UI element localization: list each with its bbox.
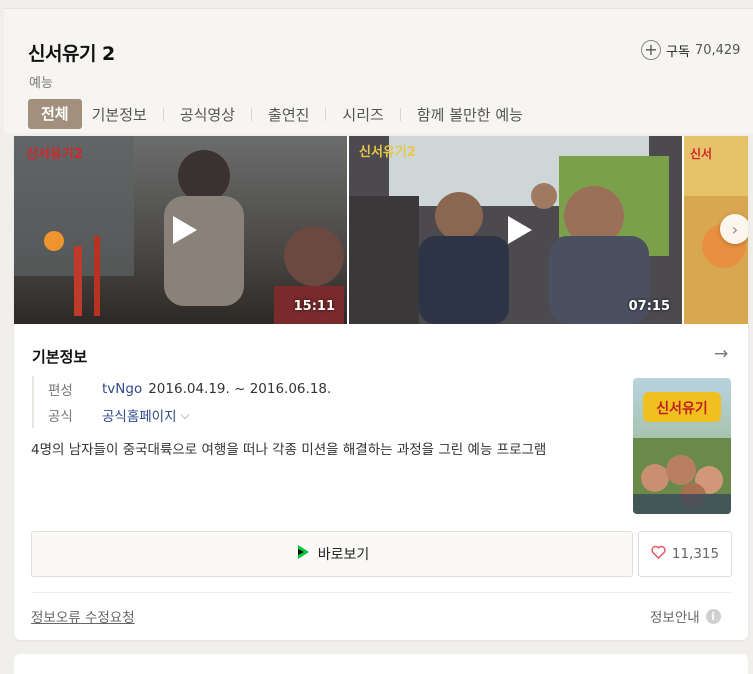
report-error-link[interactable]: 정보오류 수정요청 [31,606,135,626]
info-guide-label: 정보안내 [650,610,700,626]
channel-link[interactable]: tvNgo [102,381,142,397]
svg-text:신서유기2: 신서유기2 [359,145,416,160]
tab-official-video[interactable]: 공식영상 [170,104,245,125]
tab-bar: 전체 기본정보 공식영상 출연진 시리즈 함께 볼만한 예능 [28,99,533,129]
video-duration: 15:11 [293,299,335,314]
official-homepage-link[interactable]: 공식홈페이지 [102,405,177,425]
chevron-right-icon: › [731,219,739,239]
tab-cast[interactable]: 출연진 [258,104,319,125]
broadcast-period: 2016.04.19. ~ 2016.06.18. [148,381,332,397]
plus-icon: + [641,40,661,60]
info-icon: i [705,608,721,624]
program-poster[interactable]: 신서유기 [633,378,731,514]
chevron-down-icon[interactable]: ⌵ [181,408,190,423]
program-title: 신서유기 2 [28,43,115,65]
info-list: 편성 tvNgo 2016.04.19. ~ 2016.06.18. 공식 공식… [32,376,331,428]
content-card: 신서유기2 15:11 신서유기2 07:15 신서 › 기본정보 → 편성 t… [14,136,748,640]
play-icon [494,208,538,252]
video-thumbnail-1[interactable]: 신서유기2 15:11 [14,136,347,324]
info-guide-button[interactable]: 정보안내 i [650,606,721,626]
next-card [14,654,748,674]
tab-divider [325,107,327,121]
arrow-right-icon[interactable]: → [714,344,728,364]
info-row-official: 공식 공식홈페이지 ⌵ [48,402,331,428]
info-key: 공식 [48,409,73,425]
tab-divider [399,107,401,121]
tab-basic-info[interactable]: 기본정보 [82,104,157,125]
carousel-next-button[interactable]: › [720,214,748,244]
section-title: 기본정보 [32,348,88,366]
heart-icon [651,545,666,563]
subscriber-count: 70,429 [694,42,741,58]
video-thumbnail-2[interactable]: 신서유기2 07:15 [349,136,682,324]
svg-text:신서유기2: 신서유기2 [26,147,83,162]
play-icon [295,544,311,564]
info-key: 편성 [48,383,73,399]
tab-related-shows[interactable]: 함께 볼만한 예능 [407,104,533,125]
svg-text:신서: 신서 [690,146,712,161]
video-carousel: 신서유기2 15:11 신서유기2 07:15 신서 › [14,136,748,324]
program-header: 신서유기 2 예능 + 구독 70,429 전체 기본정보 공식영상 출연진 시… [4,8,753,133]
svg-text:신서유기: 신서유기 [656,401,708,417]
subscribe-label: 구독 [666,44,690,60]
tab-series[interactable]: 시리즈 [332,104,393,125]
subscribe-button[interactable]: + 구독 70,429 [641,38,740,62]
watch-now-button[interactable]: 바로보기 [31,531,633,577]
program-description: 4명의 남자들이 중국대륙으로 여행을 떠나 각종 미션을 해결하는 과정을 그… [31,442,547,458]
like-count: 11,315 [671,546,720,562]
tab-divider [251,107,253,121]
video-duration: 07:15 [628,299,670,314]
divider [31,592,731,593]
tab-all[interactable]: 전체 [28,99,82,129]
program-genre: 예능 [29,76,53,91]
play-icon [159,208,203,252]
tab-divider [162,107,164,121]
info-row-broadcast: 편성 tvNgo 2016.04.19. ~ 2016.06.18. [48,376,331,402]
like-button[interactable]: 11,315 [638,531,732,577]
watch-now-label: 바로보기 [317,547,370,563]
